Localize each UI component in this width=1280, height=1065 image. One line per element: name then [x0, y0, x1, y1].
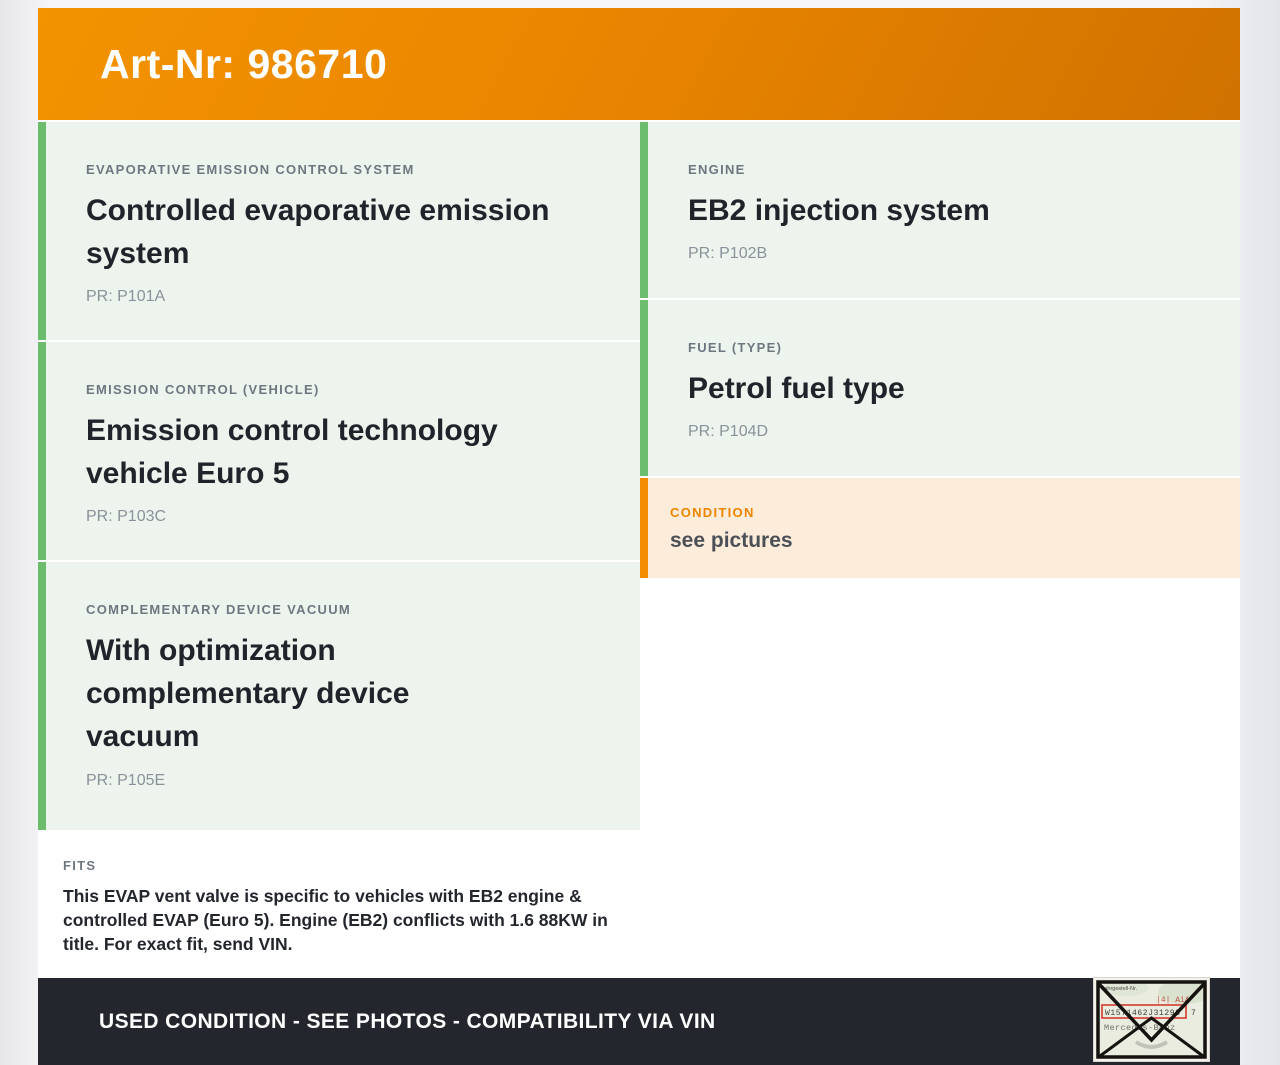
- header-banner: Art-Nr: 986710: [38, 8, 1240, 120]
- spec-pr-code: PR: P105E: [86, 771, 166, 789]
- spec-title: Controlled evaporative emission system: [86, 194, 550, 271]
- left-column: EVAPORATIVE EMISSION CONTROL SYSTEM Cont…: [38, 122, 640, 970]
- listing-page: Art-Nr: 986710 EVAPORATIVE EMISSION CONT…: [38, 8, 1240, 1065]
- spec-pr-code: PR: P103C: [86, 508, 167, 526]
- condition-label: CONDITION: [670, 505, 755, 520]
- spec-label: FUEL (TYPE): [688, 340, 783, 355]
- spec-card-fuel-type: FUEL (TYPE) Petrol fuel type PR: P104D: [640, 300, 1240, 476]
- spec-label: EMISSION CONTROL (VEHICLE): [86, 382, 320, 397]
- spec-pr-code: PR: P102B: [688, 245, 768, 263]
- spec-card-emission-control: EMISSION CONTROL (VEHICLE) Emission cont…: [38, 342, 640, 560]
- spec-card-engine: ENGINE EB2 injection system PR: P102B: [640, 122, 1240, 298]
- right-column: ENGINE EB2 injection system PR: P102B FU…: [640, 122, 1240, 578]
- vin-envelope-image: Fahrgestell-Nr. |4| AiA W1571462J31298 7…: [1093, 977, 1210, 1062]
- spec-label: COMPLEMENTARY DEVICE VACUUM: [86, 602, 352, 617]
- vin-number: W1571462J31298: [1105, 1009, 1181, 1018]
- spec-title: With optimization complementary device v…: [86, 634, 410, 754]
- spec-title: EB2 injection system: [688, 194, 990, 227]
- spec-title: Emission control technology vehicle Euro…: [86, 414, 498, 491]
- condition-card: CONDITION see pictures: [640, 478, 1240, 578]
- condition-value: see pictures: [670, 529, 793, 552]
- envelope-icon: Fahrgestell-Nr. |4| AiA W1571462J31298 7…: [1096, 980, 1207, 1059]
- fits-label: FITS: [63, 858, 97, 873]
- vin-number-suffix: 7: [1191, 1009, 1196, 1018]
- fits-card: FITS This EVAP vent valve is specific to…: [38, 832, 640, 970]
- spec-card-vacuum-device: COMPLEMENTARY DEVICE VACUUM With optimiz…: [38, 562, 640, 830]
- spec-grid: EVAPORATIVE EMISSION CONTROL SYSTEM Cont…: [38, 122, 1240, 970]
- spec-label: EVAPORATIVE EMISSION CONTROL SYSTEM: [86, 162, 415, 177]
- spec-card-evap-system: EVAPORATIVE EMISSION CONTROL SYSTEM Cont…: [38, 122, 640, 340]
- footer-text: USED CONDITION - SEE PHOTOS - COMPATIBIL…: [99, 1009, 716, 1033]
- article-number-title: Art-Nr: 986710: [100, 40, 388, 87]
- spec-pr-code: PR: P104D: [688, 423, 769, 441]
- spec-title: Petrol fuel type: [688, 372, 905, 405]
- footer-bar: USED CONDITION - SEE PHOTOS - COMPATIBIL…: [38, 978, 1240, 1065]
- spec-label: ENGINE: [688, 162, 746, 177]
- fits-description: This EVAP vent valve is specific to vehi…: [63, 886, 608, 954]
- spec-pr-code: PR: P101A: [86, 288, 166, 306]
